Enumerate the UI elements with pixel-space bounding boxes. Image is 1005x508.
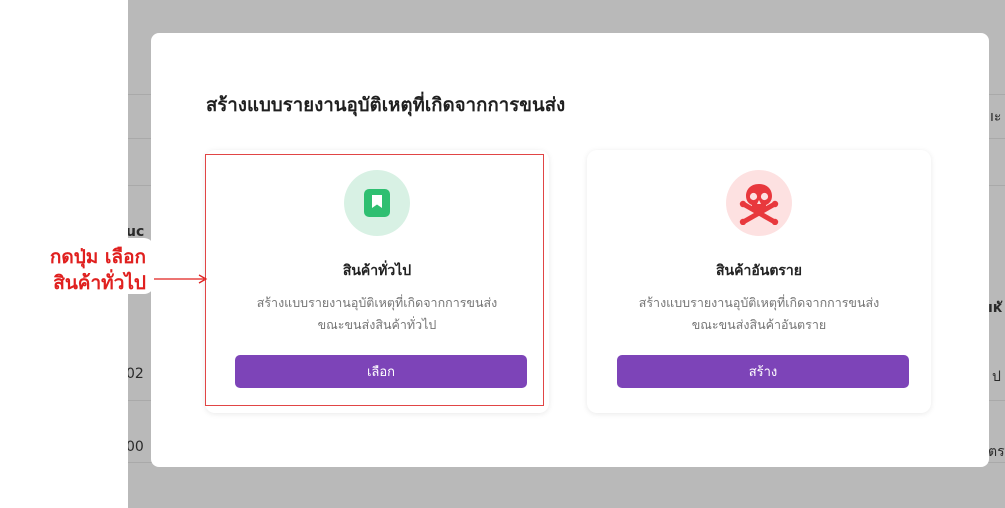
modal-title: สร้างแบบรายงานอุบัติเหตุที่เกิดจากการขนส… [206, 95, 566, 116]
bg-text-fragment: 00 [128, 439, 144, 455]
arrow-icon [150, 274, 208, 284]
annotation-callout: กดปุ่ม เลือก สินค้าทั่วไป [8, 238, 154, 294]
bg-text-fragment: 02 [128, 366, 144, 382]
create-dangerous-goods-button[interactable]: สร้าง [617, 355, 909, 388]
description-line: สร้างแบบรายงานอุบัติเหตุที่เกิดจากการขนส… [638, 295, 880, 310]
description-line: ขณะขนส่งสินค้าอันตราย [691, 317, 827, 332]
dangerous-goods-title: สินค้าอันตราย [716, 263, 802, 279]
bg-text-fragment: ıะ [990, 109, 1002, 125]
bg-text-fragment: ıкั [988, 300, 1003, 316]
bg-text-fragment: ตร [988, 444, 1005, 460]
dangerous-goods-card[interactable]: สินค้าอันตราย สร้างแบบรายงานอุบัติเหตุที… [587, 150, 931, 413]
annotation-text: สินค้าทั่วไป [53, 272, 146, 294]
screen: uc 02 00 ıะ ıкั ป ตร สร้างแบบรายงานอุบัต… [0, 0, 1005, 508]
dangerous-goods-description: สร้างแบบรายงานอุบัติเหตุที่เกิดจากการขนส… [607, 292, 911, 336]
skull-crossbones-icon [739, 184, 779, 225]
bg-text-fragment: ป [992, 369, 1001, 385]
highlight-box [205, 154, 544, 406]
dangerous-goods-icon-badge [726, 170, 792, 236]
